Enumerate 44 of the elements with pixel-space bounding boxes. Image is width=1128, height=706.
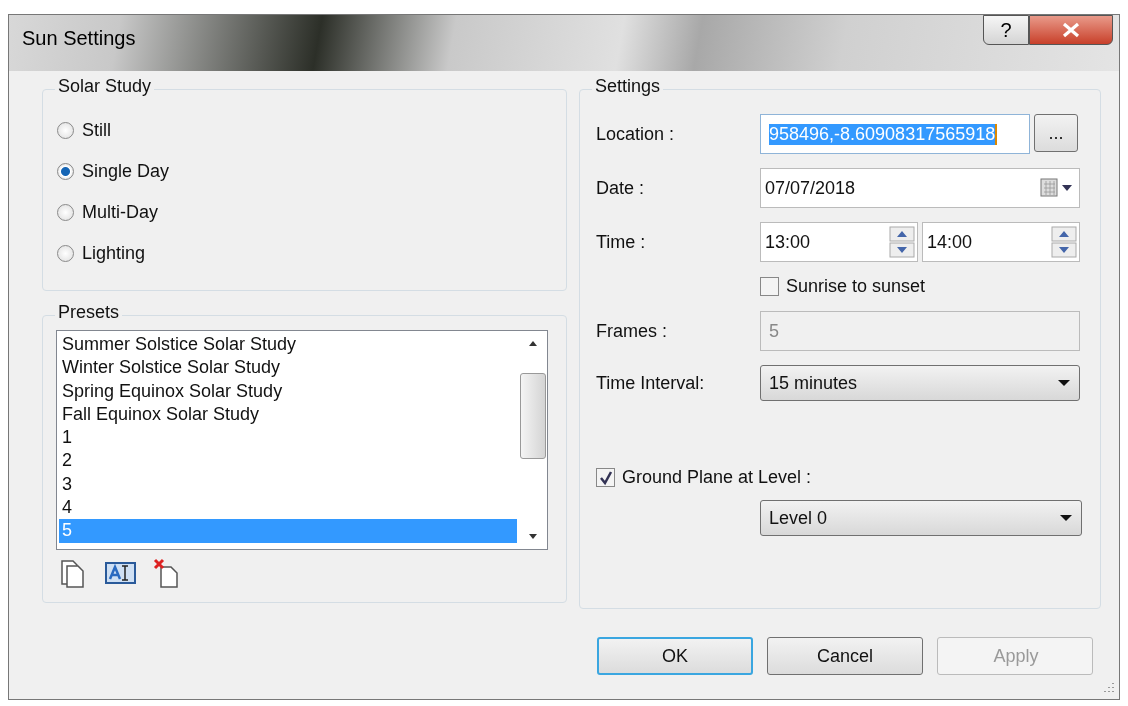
checkmark-icon	[597, 469, 614, 486]
interval-label: Time Interval:	[596, 372, 706, 394]
radio-option[interactable]: Still	[57, 120, 566, 141]
ground-plane-checkbox[interactable]: Ground Plane at Level :	[596, 467, 1100, 488]
interval-dropdown[interactable]: 15 minutes	[760, 365, 1080, 401]
radio-option[interactable]: Multi-Day	[57, 202, 566, 223]
list-item[interactable]: 1	[59, 426, 517, 450]
level-dropdown[interactable]: Level 0	[760, 500, 1082, 536]
close-icon	[1061, 22, 1081, 38]
scroll-thumb[interactable]	[520, 373, 546, 459]
list-item[interactable]: Summer Solstice Solar Study	[59, 333, 517, 357]
date-field[interactable]: 07/07/2018	[760, 168, 1080, 208]
group-title: Solar Study	[55, 76, 155, 97]
frames-label: Frames :	[596, 320, 668, 342]
scroll-down-icon[interactable]	[527, 533, 539, 541]
dialog-button[interactable]: Cancel	[767, 637, 923, 675]
radio-option[interactable]: Single Day	[57, 161, 566, 182]
list-item[interactable]: Fall Equinox Solar Study	[59, 402, 517, 427]
resize-grip-icon[interactable]	[1101, 681, 1115, 695]
sunrise-checkbox[interactable]: Sunrise to sunset	[760, 276, 1080, 297]
browse-button[interactable]: ...	[1034, 114, 1078, 152]
start-time-field[interactable]: 13:00	[760, 222, 918, 262]
scroll-up-icon[interactable]	[527, 339, 539, 347]
date-label: Date :	[596, 177, 646, 199]
window-title: Sun Settings	[22, 27, 136, 50]
spinner-icon[interactable]	[889, 226, 915, 258]
close-button[interactable]	[1029, 15, 1113, 45]
group-title: Settings	[592, 76, 664, 97]
list-item[interactable]: 4	[59, 496, 517, 520]
list-item[interactable]: 3	[59, 472, 517, 497]
calendar-icon[interactable]	[1039, 177, 1075, 199]
caret-icon	[1059, 514, 1073, 522]
list-item[interactable]: Spring Equinox Solar Study	[59, 379, 517, 403]
list-item[interactable]: 2	[59, 449, 517, 473]
help-button[interactable]: ?	[983, 15, 1029, 45]
caret-icon	[1057, 379, 1071, 387]
spinner-icon[interactable]	[1051, 226, 1077, 258]
end-time-field[interactable]: 14:00	[922, 222, 1080, 262]
list-item[interactable]: Winter Solstice Solar Study	[59, 356, 517, 380]
time-label: Time :	[596, 231, 647, 253]
rename-icon[interactable]	[105, 560, 137, 586]
location-label: Location :	[596, 123, 676, 145]
radio-option[interactable]: Lighting	[57, 243, 566, 264]
dialog-button[interactable]: OK	[597, 637, 753, 675]
